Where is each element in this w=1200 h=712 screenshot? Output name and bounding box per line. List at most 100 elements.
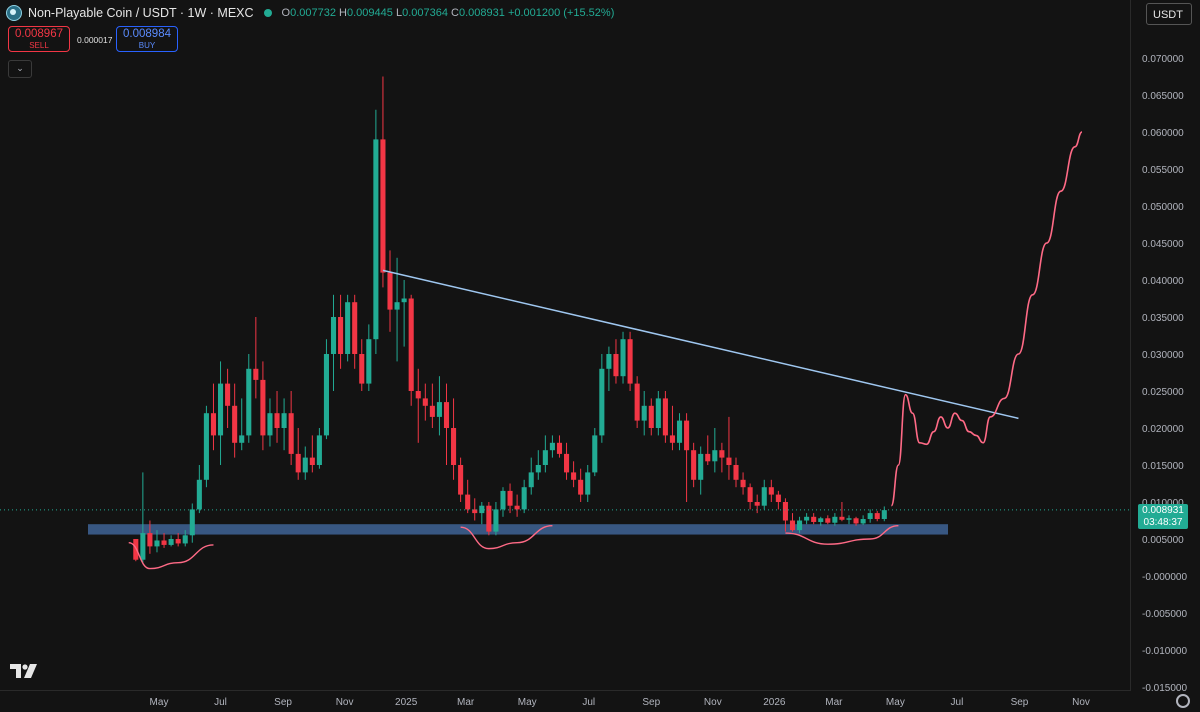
change-value: +0.001200 (+15.52%) [507,7,615,19]
candle-body [740,479,746,488]
time-tick-label: Jul [214,697,227,708]
candle [323,339,329,440]
candle [309,435,315,473]
candle [302,446,308,480]
price-chart[interactable]: 0.070000 0.065000 0.060000 0.055000 0.050000… [0,0,1200,712]
candle-body [655,398,661,428]
candle [274,391,280,443]
time-tick-label: May [150,697,169,708]
candle [556,435,563,458]
candle [684,413,690,502]
candle [599,354,605,443]
candle [789,513,796,532]
candle [401,280,407,347]
price-tick-label: -0.015000 [1142,683,1187,694]
candle [542,435,548,473]
candle-body [585,472,591,495]
candle [175,533,181,547]
price-axis[interactable]: 0.070000 0.065000 0.060000 0.055000 0.050000… [1142,54,1187,694]
candle-body [210,413,217,436]
candle [712,428,718,473]
candle [571,461,577,488]
candle-body [613,354,619,377]
candle [648,398,654,436]
candle [316,428,322,469]
time-tick-label: Sep [274,697,292,708]
candle [210,383,217,451]
candle-body [832,516,838,523]
candle [585,465,591,502]
candle [338,294,344,369]
sell-price: 0.008967 [15,28,63,40]
candle [627,331,633,391]
candle-body [634,383,640,421]
candle-body [789,520,796,531]
candle-body [867,513,873,520]
candle [217,361,224,465]
time-tick-label: Mar [457,697,475,708]
time-axis[interactable]: May Jul Sep Nov 2025 Mar May Jul Sep Nov 2026 Mar Ma… [150,697,1090,708]
sell-button[interactable]: 0.008967 SELL [8,26,70,52]
price-tick-label: 0.065000 [1142,91,1184,102]
tradingview-logo-icon[interactable] [10,663,38,679]
candle-body [825,518,831,523]
candle [578,468,584,502]
price-tick-label: -0.000000 [1142,572,1187,583]
buy-price: 0.008984 [123,28,171,40]
candle-body [203,413,209,480]
candle [359,339,365,391]
candle-body [804,516,810,521]
candle [874,510,880,522]
candle-body [528,472,534,488]
candle-body [182,535,188,544]
candle [267,398,273,447]
candle-body [345,302,351,354]
price-tick-label: 0.070000 [1142,54,1184,65]
candle-body [408,298,414,391]
resistance-trendline [382,269,1019,420]
market-status-icon [263,9,272,17]
candle-body [705,453,711,462]
candle-body [684,420,690,451]
candle [366,324,372,391]
candle-body [288,413,294,454]
time-tick-label: Sep [642,697,660,708]
price-tick-label: 0.005000 [1142,535,1184,546]
candle-body [465,494,471,510]
candle [641,391,647,436]
candle-body [599,368,605,436]
candle-body [338,317,344,354]
candle [330,294,337,391]
candle-body [782,502,788,521]
currency-selector[interactable]: USDT [1146,3,1192,25]
candle-body [189,509,195,536]
candle-body [415,391,421,399]
candle [634,376,640,428]
time-tick-label: Jul [951,697,964,708]
candle [443,383,450,465]
candle [500,487,506,517]
candle-body [747,487,753,502]
candle [514,494,520,517]
candle-body [366,339,372,384]
symbol-title[interactable]: Non-Playable Coin / USDT · 1W · MEXC [28,6,254,20]
buy-button[interactable]: 0.008984 BUY [116,26,178,52]
candle-body [323,354,329,436]
candle-body [691,450,697,480]
candle [246,354,252,443]
candle-body [507,490,513,506]
price-axis-divider [1130,0,1131,690]
time-tick-label: Nov [1072,697,1090,708]
candle-body [726,457,732,465]
candle [225,368,231,428]
candle-body [493,509,499,532]
candle-body [422,398,428,406]
candle-body [359,354,365,384]
ohlc-readout: O0.007732 H0.009445 L0.007364 C0.008931 … [281,7,615,19]
candle-body [239,435,245,443]
settings-gear-icon[interactable] [1176,694,1190,708]
candle [691,442,697,488]
candle [203,405,209,488]
collapse-legend-button[interactable]: ⌄ [8,60,32,78]
candle-body [161,540,167,545]
